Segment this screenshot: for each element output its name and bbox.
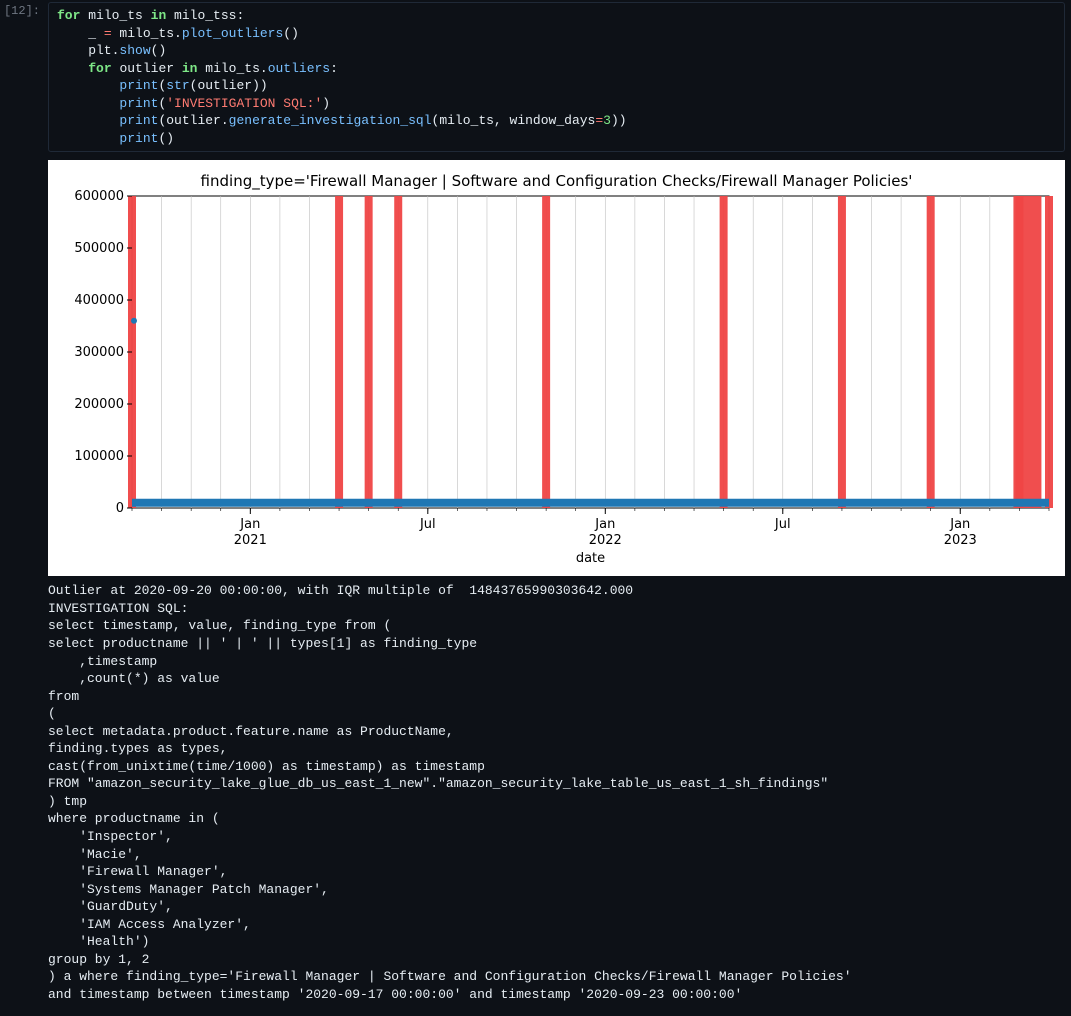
svg-text:Jan: Jan [594, 517, 615, 532]
svg-text:100000: 100000 [74, 449, 124, 464]
svg-text:Jan: Jan [949, 517, 970, 532]
svg-text:2023: 2023 [944, 533, 977, 548]
svg-text:Jan: Jan [239, 517, 260, 532]
chart-title: finding_type='Firewall Manager | Softwar… [54, 166, 1059, 190]
svg-text:0: 0 [116, 501, 124, 516]
notebook-cell: [12]: for milo_ts in milo_tss: _ = milo_… [0, 0, 1071, 152]
svg-text:400000: 400000 [74, 293, 124, 308]
svg-text:300000: 300000 [74, 345, 124, 360]
svg-text:Jul: Jul [774, 517, 791, 532]
svg-text:2021: 2021 [234, 533, 267, 548]
svg-text:Jul: Jul [419, 517, 436, 532]
chart-svg: 0 100000 200000 300000 400000 500000 600000 Jan… [54, 190, 1059, 570]
stdout-output: Outlier at 2020-09-20 00:00:00, with IQR… [48, 576, 1065, 1015]
svg-text:500000: 500000 [74, 241, 124, 256]
cell-output: finding_type='Firewall Manager | Softwar… [48, 160, 1065, 1015]
svg-text:date: date [576, 551, 605, 566]
cell-prompt: [12]: [0, 2, 48, 152]
svg-text:2022: 2022 [589, 533, 622, 548]
plot-figure: finding_type='Firewall Manager | Softwar… [48, 160, 1065, 576]
svg-text:600000: 600000 [74, 190, 124, 204]
code-input[interactable]: for milo_ts in milo_tss: _ = milo_ts.plo… [48, 2, 1065, 152]
svg-text:200000: 200000 [74, 397, 124, 412]
